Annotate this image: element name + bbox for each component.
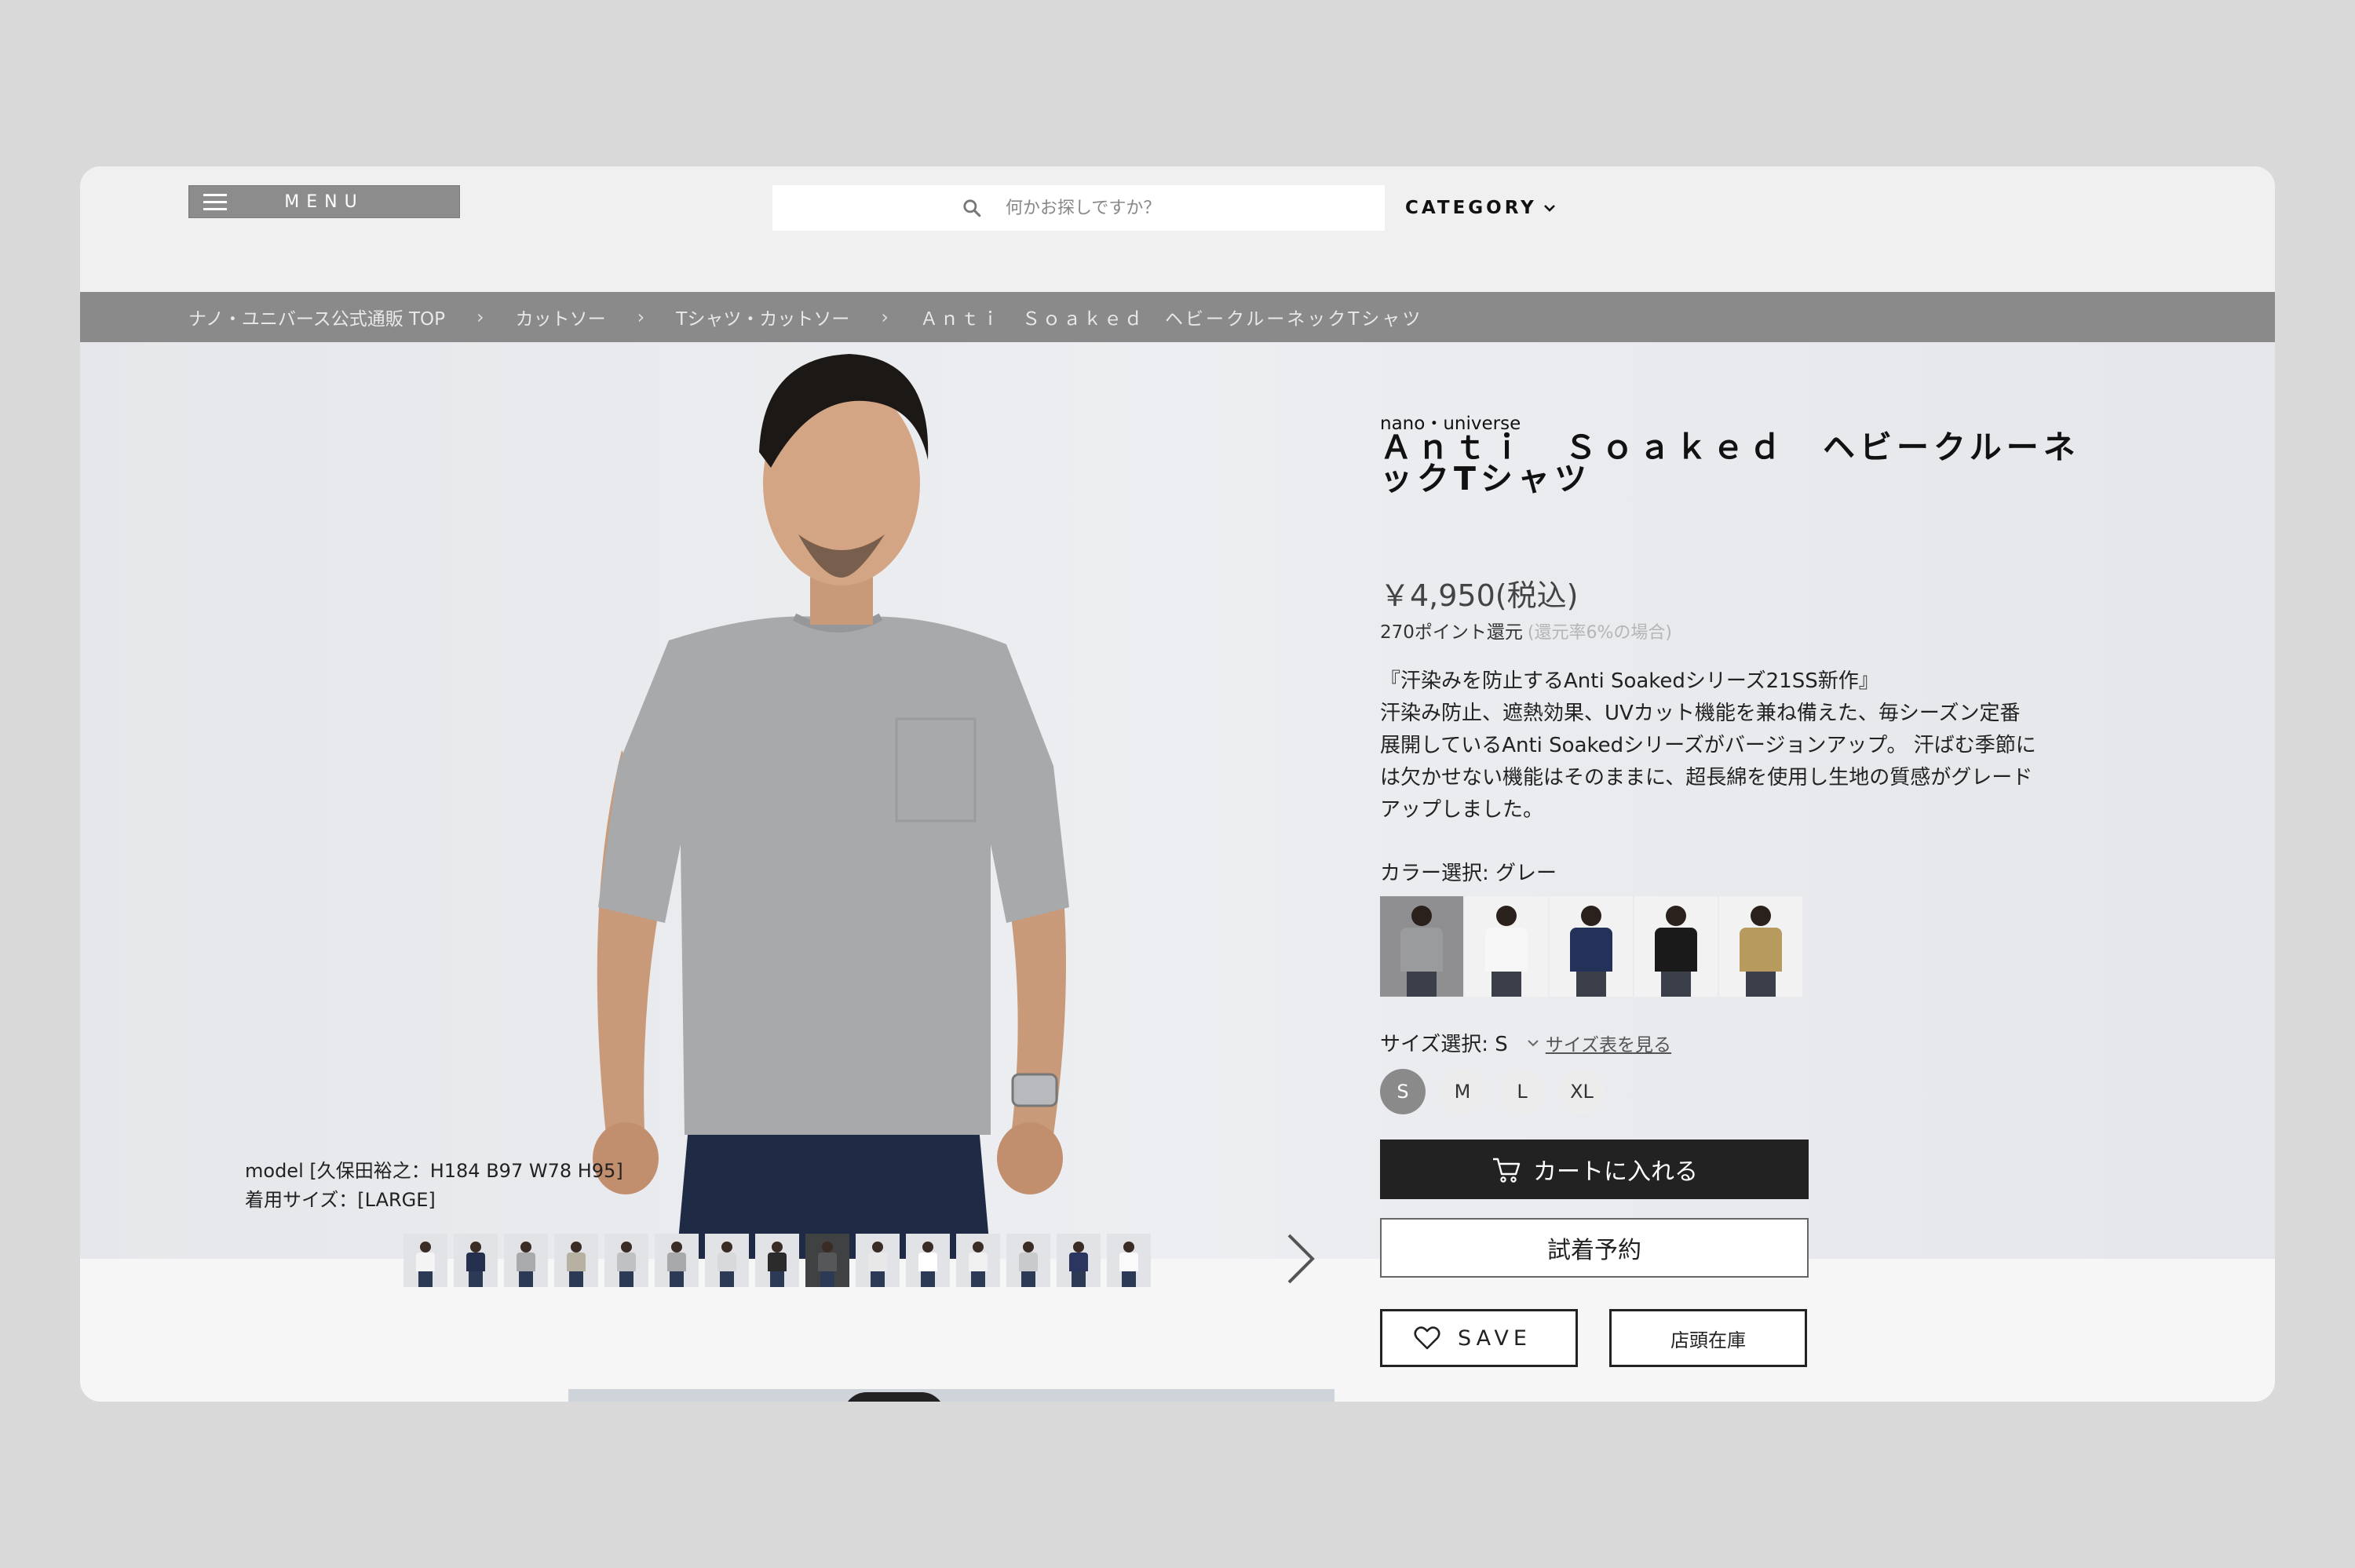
store-stock-label: 店頭在庫 <box>1670 1329 1746 1351</box>
color-swatch[interactable] <box>1719 896 1802 997</box>
gallery-thumbnail[interactable] <box>1006 1234 1050 1287</box>
breadcrumb-separator-icon: › <box>881 306 889 328</box>
gallery-thumbnail[interactable] <box>604 1234 648 1287</box>
breadcrumb-item-tshirt[interactable]: Tシャツ・カットソー <box>676 304 849 330</box>
model-size: 着用サイズ：[LARGE] <box>245 1189 436 1211</box>
color-swatch[interactable] <box>1550 896 1633 997</box>
product-price: ￥4,950(税込) <box>1380 578 1579 613</box>
description-body: 汗染み防止、遮熱効果、UVカット機能を兼ね備えた、毎シーズン定番展開しているAn… <box>1380 702 2036 822</box>
category-dropdown[interactable]: CATEGORY <box>1405 198 1557 218</box>
model-measurements: model [久保田裕之：H184 B97 W78 H95] <box>245 1160 623 1182</box>
color-select-label: カラー選択: グレー <box>1380 862 1557 885</box>
fitting-reservation-label: 試着予約 <box>1547 1237 1641 1264</box>
site-header: MENU CATEGORY <box>80 166 2275 292</box>
size-option-m[interactable]: M <box>1440 1069 1485 1114</box>
save-button[interactable]: SAVE <box>1380 1309 1578 1367</box>
gallery-thumbnail[interactable] <box>403 1234 447 1287</box>
color-swatch[interactable] <box>1380 896 1463 997</box>
gallery-thumbnail[interactable] <box>856 1234 900 1287</box>
color-swatches <box>1380 896 1802 997</box>
breadcrumb-item-top[interactable]: ナノ・ユニバース公式通販 TOP <box>188 304 445 330</box>
breadcrumb-separator-icon: › <box>476 306 484 328</box>
search-icon <box>963 199 981 217</box>
chevron-down-icon <box>1528 1039 1539 1046</box>
add-to-cart-label: カートに入れる <box>1533 1158 1698 1186</box>
color-swatch[interactable] <box>1634 896 1718 997</box>
gallery-thumbnail[interactable] <box>655 1234 699 1287</box>
description-headline: 『汗染みを防止するAnti Soakedシリーズ21SS新作』 <box>1380 669 1879 693</box>
chevron-right-icon[interactable] <box>1283 1231 1317 1287</box>
size-chart-link[interactable]: サイズ表を見る <box>1546 1030 1671 1056</box>
menu-button[interactable]: MENU <box>188 185 460 218</box>
size-select-label: サイズ選択: S <box>1380 1033 1508 1056</box>
menu-label: MENU <box>284 191 364 212</box>
add-to-cart-button[interactable]: カートに入れる <box>1380 1140 1809 1199</box>
breadcrumb-item-cutsew[interactable]: カットソー <box>516 304 606 330</box>
size-options: S M L XL <box>1380 1069 1605 1114</box>
gallery-thumbnail[interactable] <box>906 1234 950 1287</box>
product-title: Ａｎｔｉ Ｓｏａｋｅｄ ヘビークルーネックTシャツ <box>1380 428 2080 498</box>
size-option-s[interactable]: S <box>1380 1069 1426 1114</box>
size-option-l[interactable]: L <box>1499 1069 1545 1114</box>
thumbnail-strip <box>403 1234 1151 1287</box>
cart-icon <box>1493 1158 1521 1183</box>
category-label: CATEGORY <box>1405 198 1537 218</box>
breadcrumb-item-current: Ａｎｔｉ Ｓｏａｋｅｄ ヘビークルーネックTシャツ <box>919 309 1423 330</box>
save-label: SAVE <box>1458 1326 1532 1351</box>
breadcrumb-separator-icon: › <box>637 306 645 328</box>
browser-window: MENU CATEGORY ナノ・ユニバース公式通販 TOP › カットソー ›… <box>80 166 2275 1402</box>
color-swatch[interactable] <box>1465 896 1548 997</box>
chevron-down-icon <box>1543 205 1555 212</box>
search-box[interactable] <box>772 185 1385 231</box>
points-note: (還元率6%の場合) <box>1527 623 1672 643</box>
gallery-thumbnail[interactable] <box>956 1234 1000 1287</box>
gallery-thumbnail[interactable] <box>755 1234 799 1287</box>
search-input[interactable] <box>1004 197 1196 219</box>
next-image-preview <box>568 1389 1334 1402</box>
gallery-thumbnail[interactable] <box>1057 1234 1101 1287</box>
breadcrumb: ナノ・ユニバース公式通販 TOP › カットソー › Tシャツ・カットソー › … <box>80 292 2275 342</box>
points-value: 270ポイント還元 <box>1380 622 1523 643</box>
store-stock-button[interactable]: 店頭在庫 <box>1609 1309 1807 1367</box>
model-photo <box>593 354 1069 1259</box>
gallery-thumbnail[interactable] <box>504 1234 548 1287</box>
gallery-thumbnail[interactable] <box>705 1234 749 1287</box>
gallery-thumbnail[interactable] <box>805 1234 849 1287</box>
fitting-reservation-button[interactable]: 試着予約 <box>1380 1218 1809 1278</box>
gallery-thumbnail[interactable] <box>1107 1234 1151 1287</box>
points-info: 270ポイント還元 (還元率6%の場合) <box>1380 617 1672 644</box>
product-description: 『汗染みを防止するAnti Soakedシリーズ21SS新作』 汗染み防止、遮熱… <box>1380 665 2039 826</box>
size-option-xl[interactable]: XL <box>1559 1069 1605 1114</box>
gallery-thumbnail[interactable] <box>454 1234 498 1287</box>
gallery-thumbnail[interactable] <box>554 1234 598 1287</box>
size-select-row: サイズ選択: S サイズ表を見る <box>1380 1028 1671 1057</box>
heart-icon <box>1414 1326 1440 1350</box>
model-info: model [久保田裕之：H184 B97 W78 H95] 着用サイズ：[LA… <box>245 1157 623 1215</box>
